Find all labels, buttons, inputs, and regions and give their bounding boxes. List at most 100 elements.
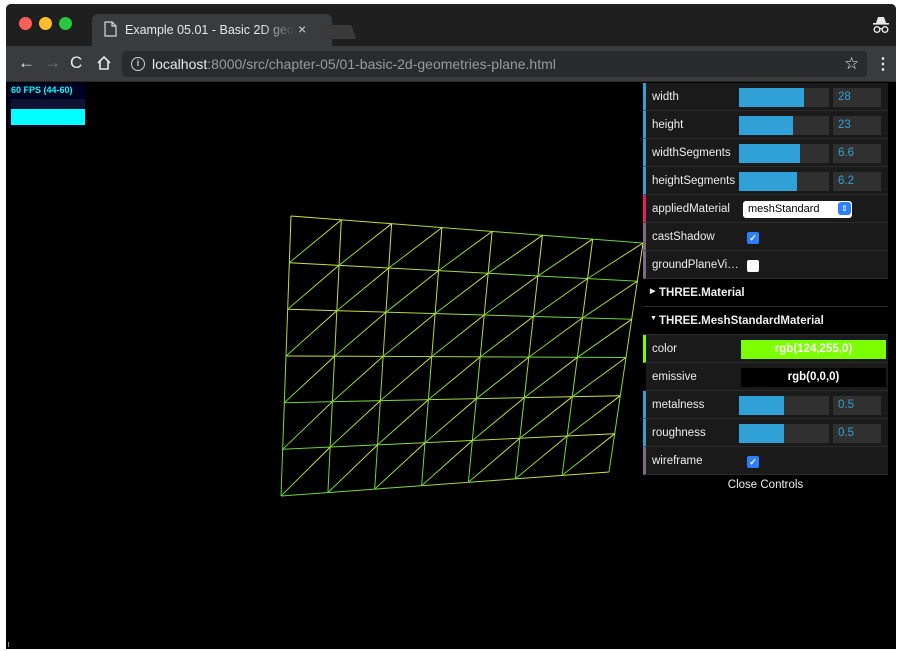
width-slider-fill bbox=[739, 88, 804, 107]
wireframe-diagonal-line bbox=[577, 318, 632, 358]
wireframe-diagonal-line bbox=[537, 238, 593, 277]
wireframe-diagonal-line bbox=[572, 357, 627, 398]
wireframe-control: wireframe ✓ bbox=[643, 447, 888, 475]
metalness-control: metalness 0.5 bbox=[643, 391, 888, 419]
page-icon bbox=[104, 21, 117, 37]
bookmark-star-icon[interactable]: ☆ bbox=[844, 54, 859, 74]
fps-stats-panel[interactable]: 60 FPS (44-60) bbox=[8, 83, 86, 127]
viewport-edge-mark bbox=[8, 642, 9, 647]
home-icon[interactable] bbox=[96, 55, 112, 71]
folder-mesh-standard-material[interactable]: ▼ THREE.MeshStandardMaterial bbox=[643, 307, 888, 335]
roughness-control: roughness 0.5 bbox=[643, 419, 888, 447]
wireframe-diagonal-line bbox=[514, 435, 568, 480]
wireframe-diagonal-line bbox=[528, 317, 583, 358]
height-segments-label: heightSegments bbox=[652, 175, 736, 187]
tab-close-icon[interactable]: × bbox=[298, 21, 306, 37]
height-segments-input[interactable]: 6.2 bbox=[833, 172, 881, 191]
height-segments-slider[interactable] bbox=[739, 172, 829, 191]
width-segments-control: widthSegments 6.6 bbox=[643, 139, 888, 167]
fps-readout: 60 FPS (44-60) bbox=[11, 85, 73, 95]
roughness-slider[interactable] bbox=[739, 424, 829, 443]
wireframe-diagonal-line bbox=[382, 313, 436, 357]
metalness-input[interactable]: 0.5 bbox=[833, 396, 881, 415]
wireframe-diagonal-line bbox=[388, 227, 443, 269]
folder-three-material-label: THREE.Material bbox=[659, 287, 745, 299]
roughness-slider-fill bbox=[739, 424, 784, 443]
height-segments-slider-fill bbox=[739, 172, 797, 191]
height-input[interactable]: 23 bbox=[833, 116, 881, 135]
width-slider[interactable] bbox=[739, 88, 829, 107]
close-window-button[interactable] bbox=[19, 17, 32, 30]
emissive-picker[interactable]: rgb(0,0,0) bbox=[741, 368, 886, 387]
wireframe-diagonal-line bbox=[566, 395, 621, 437]
address-bar[interactable]: i localhost:8000/src/chapter-05/01-basic… bbox=[122, 51, 867, 77]
ground-plane-checkbox[interactable] bbox=[747, 260, 759, 272]
incognito-icon bbox=[873, 17, 889, 33]
title-bar: Example 05.01 - Basic 2D geometries × bbox=[6, 4, 896, 46]
wireframe-row-line bbox=[289, 262, 638, 282]
browser-menu-icon[interactable]: ⋮ bbox=[875, 54, 891, 74]
ground-plane-control: groundPlaneVi… bbox=[643, 251, 888, 279]
emissive-label: emissive bbox=[652, 371, 697, 383]
wireframe-diagonal-line bbox=[479, 316, 534, 358]
wireframe-diagonal-line bbox=[431, 314, 485, 357]
reload-button[interactable]: C bbox=[70, 53, 82, 73]
height-slider[interactable] bbox=[739, 116, 829, 135]
wireframe-diagonal-line bbox=[523, 356, 578, 399]
forward-button[interactable]: → bbox=[44, 53, 61, 73]
wireframe-diagonal-line bbox=[374, 442, 426, 490]
wireframe-diagonal-line bbox=[582, 280, 638, 319]
wireframe-diagonal-line bbox=[377, 399, 429, 446]
applied-material-select[interactable]: meshStandard ⇕ bbox=[743, 201, 852, 218]
width-control: width 28 bbox=[643, 83, 888, 111]
wireframe-diagonal-line bbox=[487, 234, 543, 274]
browser-toolbar: ← → C i localhost:8000/src/chapter-05/01… bbox=[6, 46, 896, 82]
applied-material-label: appliedMaterial bbox=[652, 203, 730, 215]
wireframe-diagonal-line bbox=[421, 440, 473, 487]
cast-shadow-checkbox[interactable]: ✓ bbox=[747, 232, 759, 244]
wireframe-diagonal-line bbox=[285, 310, 338, 357]
wireframe-diagonal-line bbox=[385, 270, 439, 313]
height-slider-fill bbox=[739, 116, 793, 135]
wireframe-diagonal-line bbox=[331, 356, 384, 403]
wireframe-diagonal-line bbox=[519, 396, 573, 439]
wireframe-row-line bbox=[290, 215, 644, 244]
tab-title: Example 05.01 - Basic 2D geometries bbox=[125, 23, 295, 37]
new-tab-button[interactable] bbox=[321, 25, 357, 39]
width-segments-slider[interactable] bbox=[739, 144, 829, 163]
width-segments-input[interactable]: 6.6 bbox=[833, 144, 881, 163]
metalness-slider[interactable] bbox=[739, 396, 829, 415]
webgl-viewport[interactable]: 60 FPS (44-60) width 28 height 23 widthS… bbox=[6, 83, 896, 649]
wireframe-diagonal-line bbox=[475, 356, 530, 400]
maximize-window-button[interactable] bbox=[59, 17, 72, 30]
back-button[interactable]: ← bbox=[18, 53, 35, 73]
wireframe-diagonal-line bbox=[336, 267, 390, 312]
wireframe-diagonal-line bbox=[327, 444, 378, 493]
wireframe-diagonal-line bbox=[379, 356, 433, 402]
height-control: height 23 bbox=[643, 111, 888, 139]
minimize-window-button[interactable] bbox=[39, 17, 52, 30]
folder-three-material[interactable]: ▶ THREE.Material bbox=[643, 279, 888, 307]
wireframe-diagonal-line bbox=[587, 242, 644, 279]
width-input[interactable]: 28 bbox=[833, 88, 881, 107]
browser-window: Example 05.01 - Basic 2D geometries × ← … bbox=[6, 4, 896, 649]
wireframe-diagonal-line bbox=[468, 437, 521, 483]
roughness-input[interactable]: 0.5 bbox=[833, 424, 881, 443]
fps-graph-fill bbox=[11, 108, 85, 125]
wireframe-diagonal-line bbox=[287, 264, 340, 310]
wireframe-diagonal-line bbox=[338, 223, 392, 266]
close-controls-button[interactable]: Close Controls bbox=[643, 475, 888, 497]
wireframe-label: wireframe bbox=[652, 455, 703, 467]
wireframe-row-line bbox=[280, 471, 610, 497]
folder-collapsed-icon: ▶ bbox=[650, 288, 656, 295]
metalness-label: metalness bbox=[652, 399, 705, 411]
ground-plane-label: groundPlaneVi… bbox=[652, 259, 739, 271]
color-picker[interactable]: rgb(124,255,0) bbox=[741, 340, 886, 359]
wireframe-row-line bbox=[285, 355, 627, 358]
info-icon[interactable]: i bbox=[131, 57, 145, 71]
url-text: localhost:8000/src/chapter-05/01-basic-2… bbox=[152, 56, 556, 72]
roughness-label: roughness bbox=[652, 427, 706, 439]
browser-tab[interactable]: Example 05.01 - Basic 2D geometries × bbox=[92, 14, 332, 46]
wireframe-checkbox[interactable]: ✓ bbox=[747, 456, 759, 468]
url-host: localhost bbox=[152, 56, 208, 72]
